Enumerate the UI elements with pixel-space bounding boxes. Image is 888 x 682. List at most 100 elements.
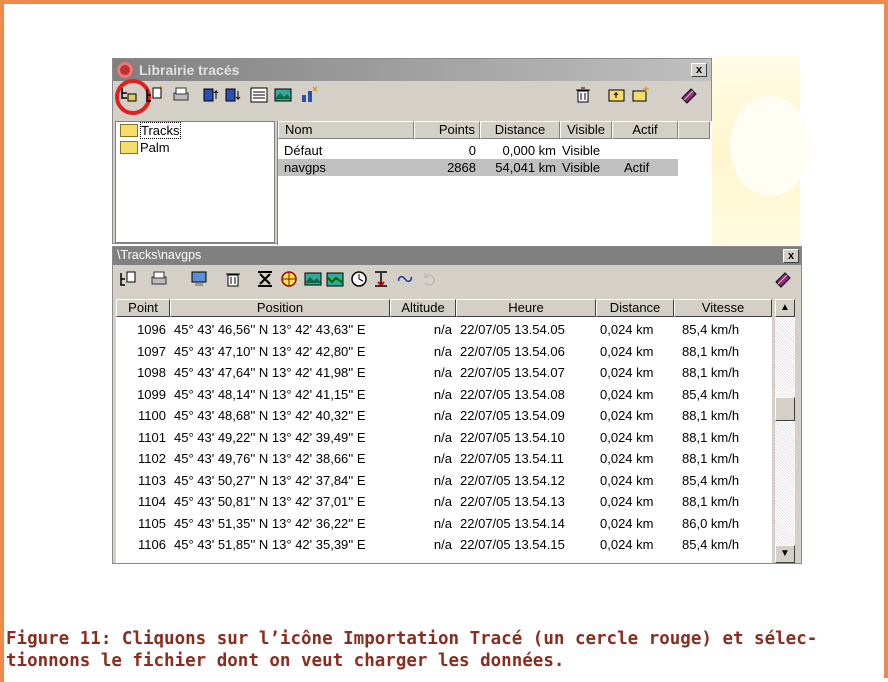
vertical-scrollbar[interactable]: ▲ ▼ [775, 299, 795, 563]
vitesse-cell: 85,4 km/h [682, 537, 740, 552]
table-row[interactable]: 1096 45° 43' 46,56'' N 13° 42' 43,63'' E n… [116, 319, 772, 341]
new-folder-icon[interactable] [631, 85, 651, 105]
vitesse-cell: 88,1 km/h [682, 365, 740, 380]
new-track-icon[interactable] [145, 85, 165, 105]
points-close-button[interactable]: x [783, 249, 799, 263]
print-icon[interactable] [149, 269, 169, 289]
distance-cell: 0,024 km [600, 343, 654, 359]
tree-item-tracks[interactable]: Tracks [116, 122, 274, 139]
distance-cell: 0,024 km [600, 472, 654, 488]
scroll-down-button[interactable]: ▼ [775, 545, 795, 563]
book-icon[interactable] [773, 269, 793, 289]
new-track-icon[interactable] [119, 269, 139, 289]
print-icon[interactable] [171, 85, 191, 105]
point-cell: 1100 [138, 408, 166, 423]
folder-up-icon[interactable] [607, 85, 627, 105]
folder-icon [120, 141, 138, 154]
vitesse-cell: 85,4 km/h [682, 472, 740, 488]
distance-cell: 0,024 km [600, 322, 654, 337]
link-icon[interactable] [395, 269, 415, 289]
column-header-point[interactable]: Point [116, 299, 170, 317]
altitude-icon[interactable] [371, 269, 391, 289]
track-row[interactable]: Défaut 0 0,000 km Visible [278, 142, 678, 159]
altitude-cell: n/a [433, 322, 452, 337]
folder-icon [120, 124, 138, 137]
column-header-nom[interactable]: Nom [278, 121, 414, 139]
table-row[interactable]: 1097 45° 43' 47,10'' N 13° 42' 42,80'' E n… [116, 341, 772, 363]
book-icon[interactable] [679, 85, 699, 105]
globe-icon[interactable] [279, 269, 299, 289]
download-icon[interactable] [223, 85, 243, 105]
table-row[interactable]: 1101 45° 43' 49,22'' N 13° 42' 39,49'' E n… [116, 427, 772, 449]
monitor-icon[interactable] [189, 269, 209, 289]
altitude-cell: n/a [433, 451, 452, 466]
heure-cell: 22/07/05 13.54.11 [460, 451, 564, 466]
heure-cell: 22/07/05 13.54.08 [460, 386, 565, 402]
filter-icon[interactable] [255, 269, 275, 289]
vitesse-cell: 88,1 km/h [682, 451, 740, 466]
tree-item-palm[interactable]: Palm [116, 139, 274, 156]
distance-cell: 0,024 km [600, 386, 654, 402]
position-cell: 45° 43' 47,10'' N 13° 42' 42,80'' E [174, 343, 366, 359]
upload-icon[interactable] [201, 85, 221, 105]
map-icon[interactable] [303, 269, 323, 289]
table-row[interactable]: 1099 45° 43' 48,14'' N 13° 42' 41,15'' E n… [116, 384, 772, 406]
table-row[interactable]: 1098 45° 43' 47,64'' N 13° 42' 41,98'' E n… [116, 362, 772, 384]
column-header-altitude[interactable]: Altitude [390, 299, 456, 317]
heure-cell: 22/07/05 13.54.10 [460, 429, 565, 445]
table-row[interactable]: 1104 45° 43' 50,81'' N 13° 42' 37,01'' E n… [116, 491, 772, 513]
point-cell: 1106 [138, 537, 166, 552]
point-cell: 1103 [138, 472, 166, 488]
position-cell: 45° 43' 50,81'' N 13° 42' 37,01'' E [174, 494, 366, 509]
column-header-points[interactable]: Points [414, 121, 480, 139]
vitesse-cell: 85,4 km/h [682, 322, 740, 337]
table-row[interactable]: 1100 45° 43' 48,68'' N 13° 42' 40,32'' E n… [116, 405, 772, 427]
point-cell: 1105 [138, 515, 166, 531]
track-list: Nom Points Distance Visible Actif Défaut… [277, 121, 712, 245]
points-table: 1096 45° 43' 46,56'' N 13° 42' 43,63'' E n… [116, 317, 772, 563]
library-title: Librairie tracés [139, 62, 240, 78]
vitesse-cell: 88,1 km/h [682, 408, 740, 423]
column-header-vitesse[interactable]: Vitesse [674, 299, 772, 317]
table-row[interactable]: 1106 45° 43' 51,85'' N 13° 42' 35,39'' E n… [116, 534, 772, 556]
column-header-visible[interactable]: Visible [560, 121, 612, 139]
distance-cell: 0,024 km [600, 537, 654, 552]
position-cell: 45° 43' 48,68'' N 13° 42' 40,32'' E [174, 408, 366, 423]
column-header-heure[interactable]: Heure [456, 299, 596, 317]
profile-icon[interactable] [299, 85, 319, 105]
column-header-position[interactable]: Position [170, 299, 390, 317]
table-row[interactable]: 1103 45° 43' 50,27'' N 13° 42' 37,84'' E n… [116, 470, 772, 492]
altitude-cell: n/a [433, 429, 452, 445]
altitude-cell: n/a [433, 515, 452, 531]
track-row-selected[interactable]: navgps 2868 54,041 km Visible Actif [278, 159, 678, 176]
point-cell: 1096 [137, 322, 166, 337]
vitesse-cell: 88,1 km/h [682, 494, 740, 509]
points-toolbar [113, 265, 801, 295]
figure-caption: Figure 11: Cliquons sur l’icône Importat… [6, 628, 876, 672]
scroll-up-button[interactable]: ▲ [775, 299, 795, 317]
vitesse-cell: 88,1 km/h [682, 429, 740, 445]
trash-icon[interactable] [223, 269, 243, 289]
heure-cell: 22/07/05 13.54.06 [460, 343, 565, 359]
vitesse-cell: 86,0 km/h [682, 515, 740, 531]
list-icon[interactable] [249, 85, 269, 105]
column-header-distance[interactable]: Distance [596, 299, 674, 317]
map-icon[interactable] [273, 85, 293, 105]
trash-icon[interactable] [573, 85, 593, 105]
profile-icon[interactable] [325, 269, 345, 289]
table-row[interactable]: 1102 45° 43' 49,76'' N 13° 42' 38,66'' E n… [116, 448, 772, 470]
vitesse-cell: 88,1 km/h [682, 343, 740, 359]
altitude-cell: n/a [433, 386, 452, 402]
library-close-button[interactable]: x [691, 63, 707, 77]
background-image [710, 56, 810, 246]
column-header-empty [678, 121, 710, 139]
column-header-actif[interactable]: Actif [612, 121, 678, 139]
points-title-bar: \Tracks\navgps x [113, 247, 801, 265]
column-header-distance[interactable]: Distance [480, 121, 560, 139]
clock-icon[interactable] [349, 269, 369, 289]
altitude-cell: n/a [433, 472, 452, 488]
scroll-thumb[interactable] [775, 397, 795, 421]
table-row[interactable]: 1105 45° 43' 51,35'' N 13° 42' 36,22'' E n… [116, 513, 772, 535]
undo-icon [424, 273, 435, 286]
point-cell: 1102 [138, 451, 166, 466]
